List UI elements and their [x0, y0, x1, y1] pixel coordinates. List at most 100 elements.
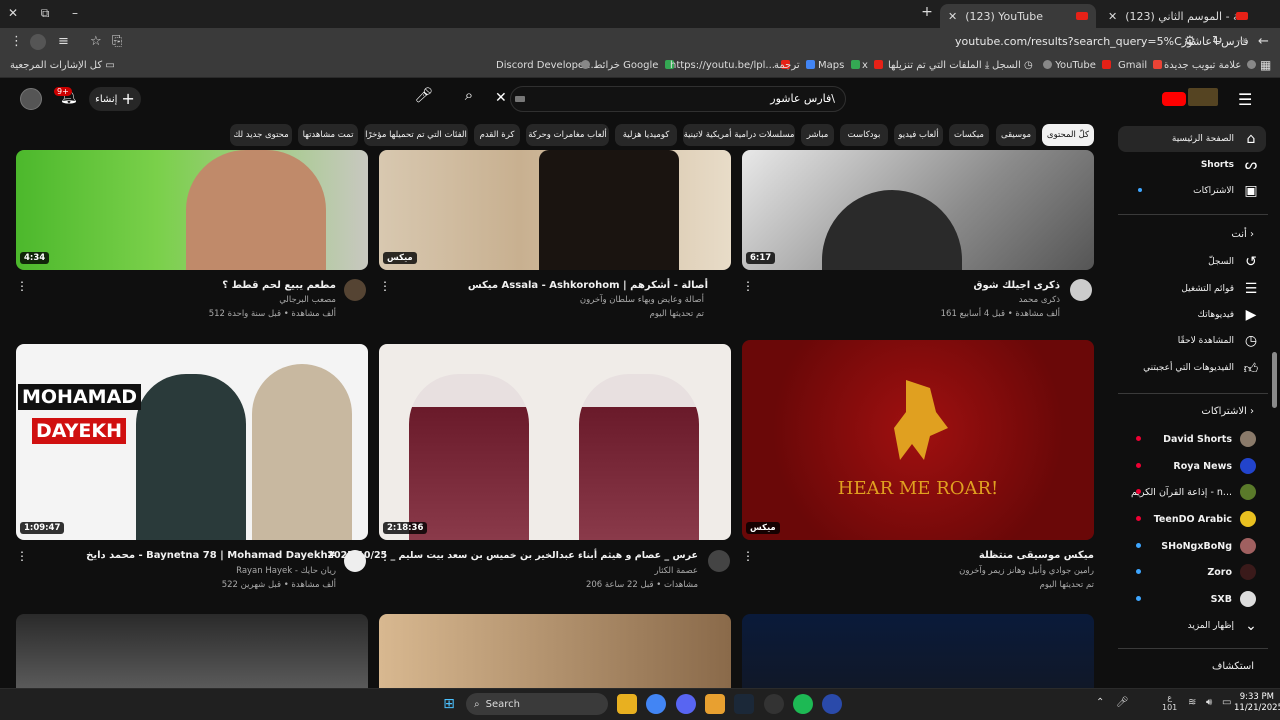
bookmark-item[interactable]: Maps: [818, 60, 860, 71]
chip[interactable]: مباشر: [801, 124, 834, 146]
reload-icon[interactable]: ↻: [1212, 34, 1223, 49]
sidebar-item-home[interactable]: الصفحة الرئيسية ⌂: [1118, 126, 1266, 152]
battery-icon[interactable]: ▭: [1222, 697, 1231, 708]
more-options-icon[interactable]: ⋮: [379, 279, 391, 293]
video-thumbnail[interactable]: 4:34: [16, 150, 368, 270]
bookmark-item[interactable]: x: [862, 60, 884, 71]
spotify-icon[interactable]: [793, 694, 813, 714]
channel-name[interactable]: Rayan Hayek - ريان حايك: [236, 566, 336, 576]
youtube-logo[interactable]: [1162, 92, 1186, 106]
app-icon[interactable]: [705, 694, 725, 714]
show-more-button[interactable]: إظهار المزيد ⌄: [1118, 613, 1266, 639]
sidebar-item-playlists[interactable]: قوائم التشغيل ☰: [1118, 276, 1266, 302]
subscription-item[interactable]: TeenDO Arabic: [1130, 508, 1256, 530]
chip[interactable]: كوميديا هزلية: [615, 124, 677, 146]
chip[interactable]: موسيقى: [996, 124, 1036, 146]
doodle-logo[interactable]: [1188, 88, 1218, 106]
more-options-icon[interactable]: ⋮: [16, 549, 28, 563]
minimize-window-icon[interactable]: –: [66, 6, 84, 20]
chip[interactable]: الفئات التي تم تحميلها مؤخرًا: [364, 124, 468, 146]
subscription-item[interactable]: Zoro: [1130, 561, 1256, 583]
bookmark-item[interactable]: خرائط Google: [578, 60, 674, 71]
subscription-item[interactable]: SXB: [1130, 588, 1256, 610]
channel-name[interactable]: أصالة وعايض وبهاء سلطان وآخرون: [580, 295, 704, 305]
playlist-icon[interactable]: ≡: [58, 34, 69, 49]
video-thumbnail[interactable]: 6:17: [742, 150, 1094, 270]
forward-icon[interactable]: →: [1236, 34, 1247, 49]
new-tab-button[interactable]: +: [918, 4, 936, 20]
sidebar-item-history[interactable]: السجلّ ↺: [1118, 249, 1266, 275]
subscription-item[interactable]: Roya News: [1130, 455, 1256, 477]
wifi-icon[interactable]: ≋: [1188, 697, 1196, 708]
steam-icon[interactable]: [734, 694, 754, 714]
more-options-icon[interactable]: ⋮: [379, 549, 391, 563]
subscription-item[interactable]: David Shorts: [1130, 428, 1256, 450]
create-button[interactable]: إنشاء +: [89, 87, 141, 111]
chip[interactable]: كرة القدم: [474, 124, 520, 146]
bookmark-item[interactable]: Gmail: [1118, 60, 1163, 71]
channel-avatar[interactable]: [1070, 279, 1092, 301]
chip[interactable]: ألعاب فيديو: [894, 124, 943, 146]
site-settings-icon[interactable]: ⚙: [1184, 34, 1196, 49]
channel-name[interactable]: رامين جوادي وأنيل وهانز زيمر وآخرون: [959, 566, 1094, 576]
microphone-icon[interactable]: 🎤︎: [1116, 697, 1129, 708]
chip-all[interactable]: كلّ المحتوى: [1042, 124, 1094, 146]
share-icon[interactable]: ⎘: [112, 34, 122, 49]
video-thumbnail[interactable]: HEAR ME ROAR! ميكس: [742, 340, 1094, 540]
star-icon[interactable]: ☆: [90, 34, 102, 49]
more-options-icon[interactable]: ⋮: [742, 279, 754, 293]
video-thumbnail[interactable]: ميكس: [379, 150, 731, 270]
video-thumbnail[interactable]: MOHAMAD DAYEKH 1:09:47: [16, 344, 368, 540]
system-clock[interactable]: 9:33 PM 11/21/2025: [1234, 692, 1280, 714]
video-title[interactable]: محمد دايخ - Baynetna 78 | Mohamad Dayekh…: [86, 550, 336, 561]
sidebar-item-watch-later[interactable]: المشاهدة لاحقًا ◷: [1118, 328, 1266, 354]
video-thumbnail[interactable]: [742, 614, 1094, 688]
close-window-icon[interactable]: ✕: [4, 6, 22, 20]
channel-avatar[interactable]: [708, 550, 730, 572]
start-menu-icon[interactable]: ⊞: [439, 694, 459, 714]
chip[interactable]: ألعاب مغامرات وحركة: [526, 124, 609, 146]
bookmark-item[interactable]: السجل ◷: [992, 60, 1033, 71]
chrome-icon[interactable]: [646, 694, 666, 714]
bookmark-item[interactable]: YouTube: [1040, 60, 1112, 71]
subscriptions-section-header[interactable]: الاشتراكات ›: [1130, 406, 1254, 417]
video-thumbnail[interactable]: [379, 614, 731, 688]
channel-avatar[interactable]: [344, 279, 366, 301]
clear-search-icon[interactable]: ✕: [495, 90, 507, 106]
chip[interactable]: ميكسات: [949, 124, 989, 146]
channel-name[interactable]: ذكرى محمد: [1019, 295, 1060, 305]
close-tab-icon[interactable]: ✕: [948, 10, 957, 23]
file-explorer-icon[interactable]: [617, 694, 637, 714]
chip[interactable]: بودكاست: [840, 124, 888, 146]
channel-avatar[interactable]: [344, 550, 366, 572]
menu-dots-icon[interactable]: ⋮: [10, 34, 23, 49]
more-options-icon[interactable]: ⋮: [742, 549, 754, 563]
sidebar-item-your-videos[interactable]: فيديوهاتك ▶: [1118, 302, 1266, 328]
sidebar-item-liked[interactable]: الفيديوهات التي أعجبتني 👍︎: [1118, 355, 1266, 381]
discord-icon[interactable]: [676, 694, 696, 714]
volume-icon[interactable]: 🔊︎: [1206, 697, 1212, 708]
taskbar-search[interactable]: ⌕ Search: [466, 693, 608, 715]
search-input[interactable]: ✕ فارس عاشور\: [495, 86, 846, 112]
channel-name[interactable]: عصمة الكثار: [654, 566, 698, 576]
chip[interactable]: تمت مشاهدتها: [298, 124, 358, 146]
chevron-up-icon[interactable]: ⌃: [1096, 697, 1104, 708]
tab-youtube[interactable]: ✕ (123) YouTube: [940, 4, 1096, 28]
close-tab-icon[interactable]: ✕: [1108, 10, 1117, 23]
bookmark-item[interactable]: الملفات التي تم تنزيلها ⤓: [888, 60, 989, 71]
more-options-icon[interactable]: ⋮: [16, 279, 28, 293]
channel-name[interactable]: مصعب البرجالي: [279, 295, 336, 305]
profile-icon[interactable]: [30, 34, 46, 50]
hamburger-menu-icon[interactable]: ☰: [1238, 90, 1252, 109]
video-title[interactable]: ميكس Assala - Ashkorohom | أصالة - أشكره…: [468, 280, 708, 291]
ea-icon[interactable]: [822, 694, 842, 714]
you-section-header[interactable]: أنت ›: [1130, 229, 1254, 240]
bookmark-item[interactable]: https://youtu.be/lpl...: [670, 60, 791, 71]
video-title[interactable]: مطعم يبيع لحم قطط ؟: [222, 280, 336, 291]
tab-second[interactable]: ✕ (123) مرحبا دولة - الموسم الثاني: [1100, 4, 1256, 28]
app-icon[interactable]: [764, 694, 784, 714]
chip[interactable]: محتوى جديد لك: [230, 124, 292, 146]
chip[interactable]: مسلسلات درامية أمريكية لاتينية: [683, 124, 795, 146]
video-thumbnail[interactable]: 2:18:36: [379, 344, 731, 540]
keyboard-icon[interactable]: [515, 96, 525, 102]
